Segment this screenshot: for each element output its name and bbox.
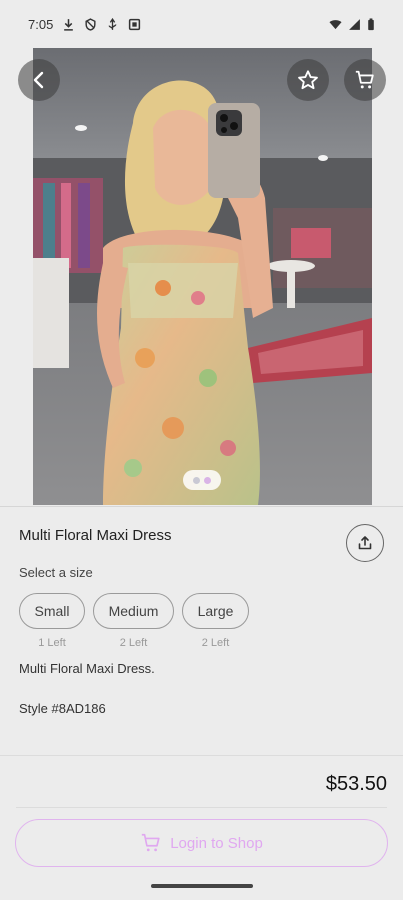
image-pager[interactable] xyxy=(183,470,221,490)
divider xyxy=(0,755,403,756)
square-notification-icon xyxy=(129,18,141,30)
download-icon xyxy=(64,18,74,31)
size-option: Medium 2 Left xyxy=(93,593,174,649)
product-description: Multi Floral Maxi Dress. xyxy=(19,661,155,676)
share-button[interactable] xyxy=(346,524,384,562)
login-to-shop-button[interactable]: Login to Shop xyxy=(15,819,388,867)
back-button[interactable] xyxy=(18,59,60,101)
size-stock: 2 Left xyxy=(119,637,148,649)
signal-icon xyxy=(349,18,360,30)
login-to-shop-label: Login to Shop xyxy=(170,834,263,852)
product-image[interactable] xyxy=(33,48,372,505)
pager-dot-active[interactable] xyxy=(204,476,211,484)
share-icon xyxy=(358,536,372,550)
favorite-button[interactable] xyxy=(287,59,329,101)
divider xyxy=(0,506,403,507)
usb-icon xyxy=(108,17,117,30)
size-chip-small[interactable]: Small xyxy=(19,593,85,629)
pager-dot[interactable] xyxy=(193,476,200,484)
product-price: $53.50 xyxy=(325,773,387,795)
size-option: Small 1 Left xyxy=(19,593,85,649)
divider xyxy=(16,807,387,808)
star-icon xyxy=(298,70,318,90)
size-chip-large[interactable]: Large xyxy=(182,593,249,629)
status-time: 7:05 xyxy=(28,16,54,32)
shield-icon xyxy=(85,17,96,31)
product-title: Multi Floral Maxi Dress xyxy=(19,527,172,544)
cart-button[interactable] xyxy=(344,59,386,101)
back-arrow-icon xyxy=(33,71,44,89)
product-screen: 7:05 Multi Floral Maxi Dress Select a si… xyxy=(0,0,403,900)
size-chip-medium[interactable]: Medium xyxy=(93,593,174,629)
cart-icon xyxy=(142,833,160,852)
size-stock: 1 Left xyxy=(38,637,66,649)
status-bar: 7:05 xyxy=(0,0,403,48)
home-indicator[interactable] xyxy=(151,884,253,888)
size-stock: 2 Left xyxy=(201,637,230,649)
size-options: Small 1 Left Medium 2 Left Large 2 Left xyxy=(19,593,249,649)
cart-icon xyxy=(355,70,374,89)
size-option: Large 2 Left xyxy=(182,593,249,649)
product-photo-illustration xyxy=(33,48,372,505)
size-prompt: Select a size xyxy=(19,565,93,580)
wifi-icon xyxy=(329,19,342,29)
battery-icon xyxy=(368,17,374,30)
style-number: Style #8AD186 xyxy=(19,701,106,716)
